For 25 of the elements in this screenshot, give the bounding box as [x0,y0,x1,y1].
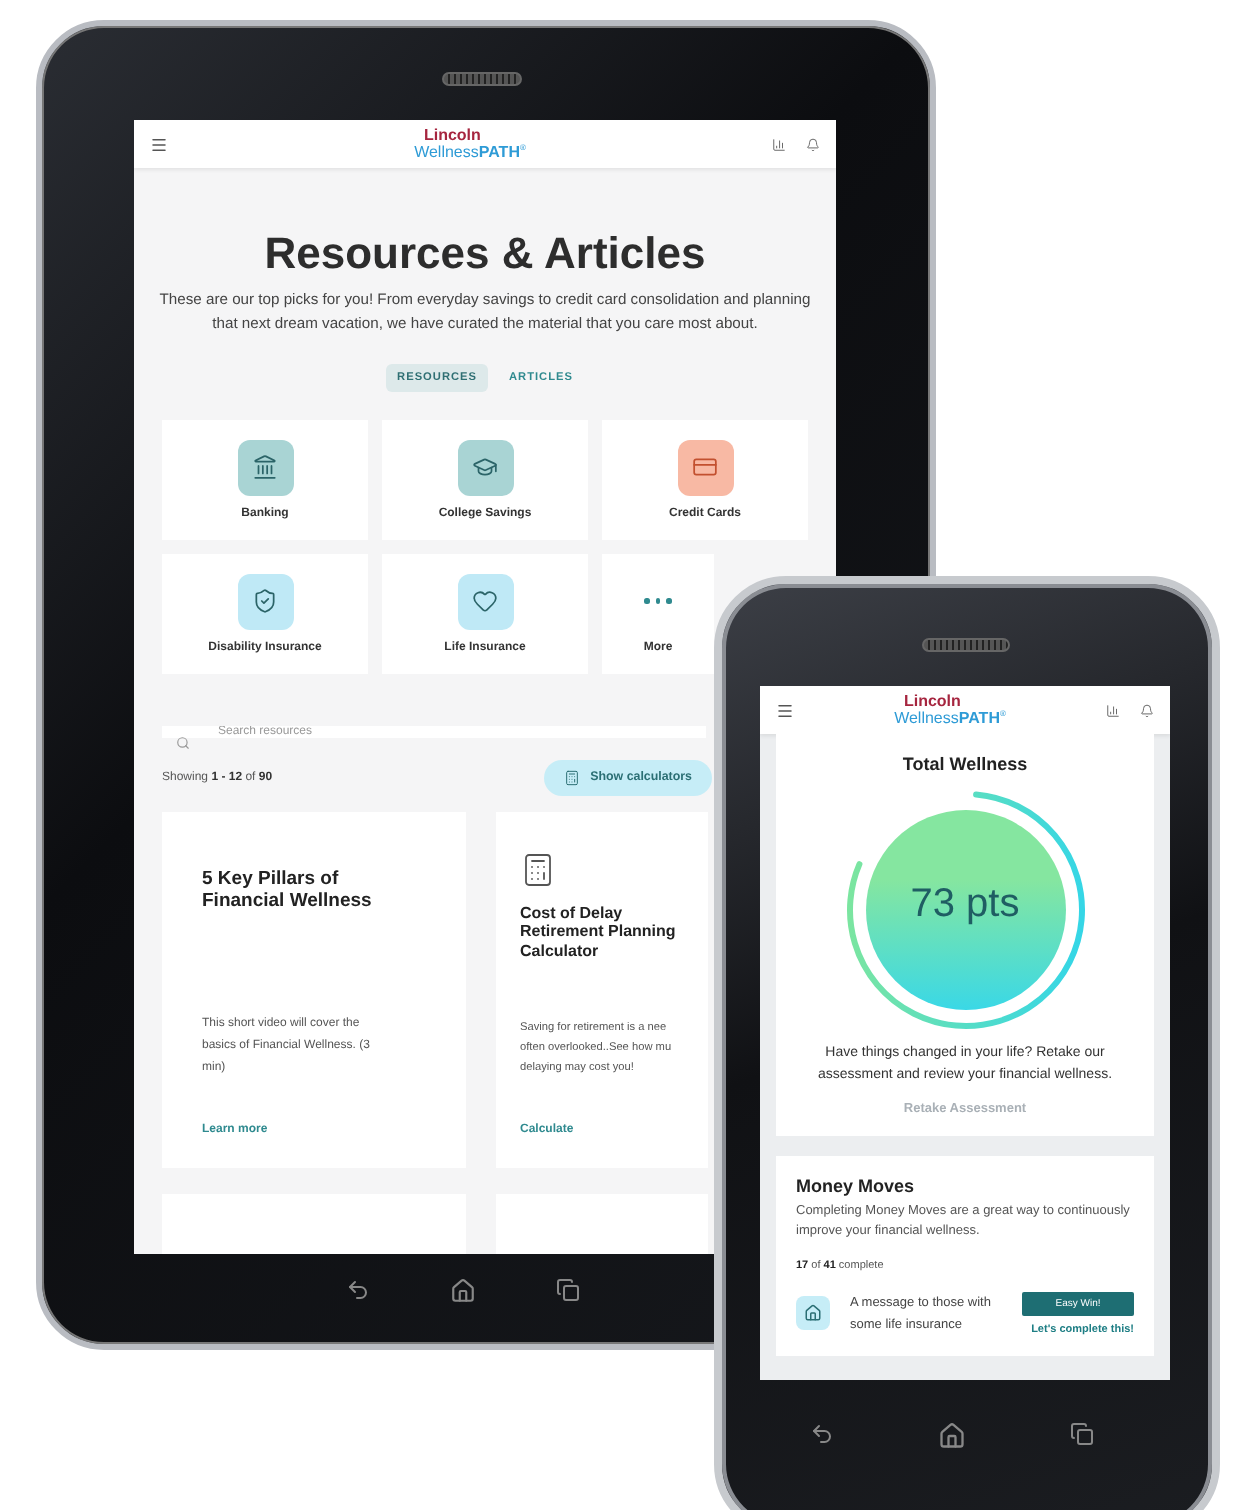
bar-chart-icon[interactable] [772,137,786,151]
more-dots-icon [644,598,672,604]
card-title: Total Wellness [902,754,1028,774]
bell-icon[interactable] [806,137,820,151]
recent-apps-icon[interactable] [1070,1422,1094,1446]
search-icon [176,735,190,750]
home-icon[interactable] [938,1422,966,1450]
back-icon[interactable] [346,1278,370,1302]
calculator-icon [520,851,556,888]
speaker-grille [922,638,1010,652]
score-value: 73 pts [908,882,1022,928]
home-icon[interactable] [450,1278,476,1304]
calculator-icon [564,769,581,786]
menu-icon[interactable] [776,701,794,719]
card-title: 5 Key Pillars of Financial Wellness [202,867,374,914]
speaker-grille [442,72,522,86]
menu-icon[interactable] [150,135,168,153]
house-icon [796,1296,830,1331]
bar-chart-icon[interactable] [1106,703,1120,717]
page-title: Resources & Articles [262,228,708,280]
recent-apps-icon[interactable] [556,1278,580,1302]
bell-icon[interactable] [1140,703,1154,717]
card-title: Cost of Delay Retirement Planning Calculator [520,903,678,962]
back-icon[interactable] [810,1422,834,1446]
card-title: Money Moves [796,1176,917,1197]
